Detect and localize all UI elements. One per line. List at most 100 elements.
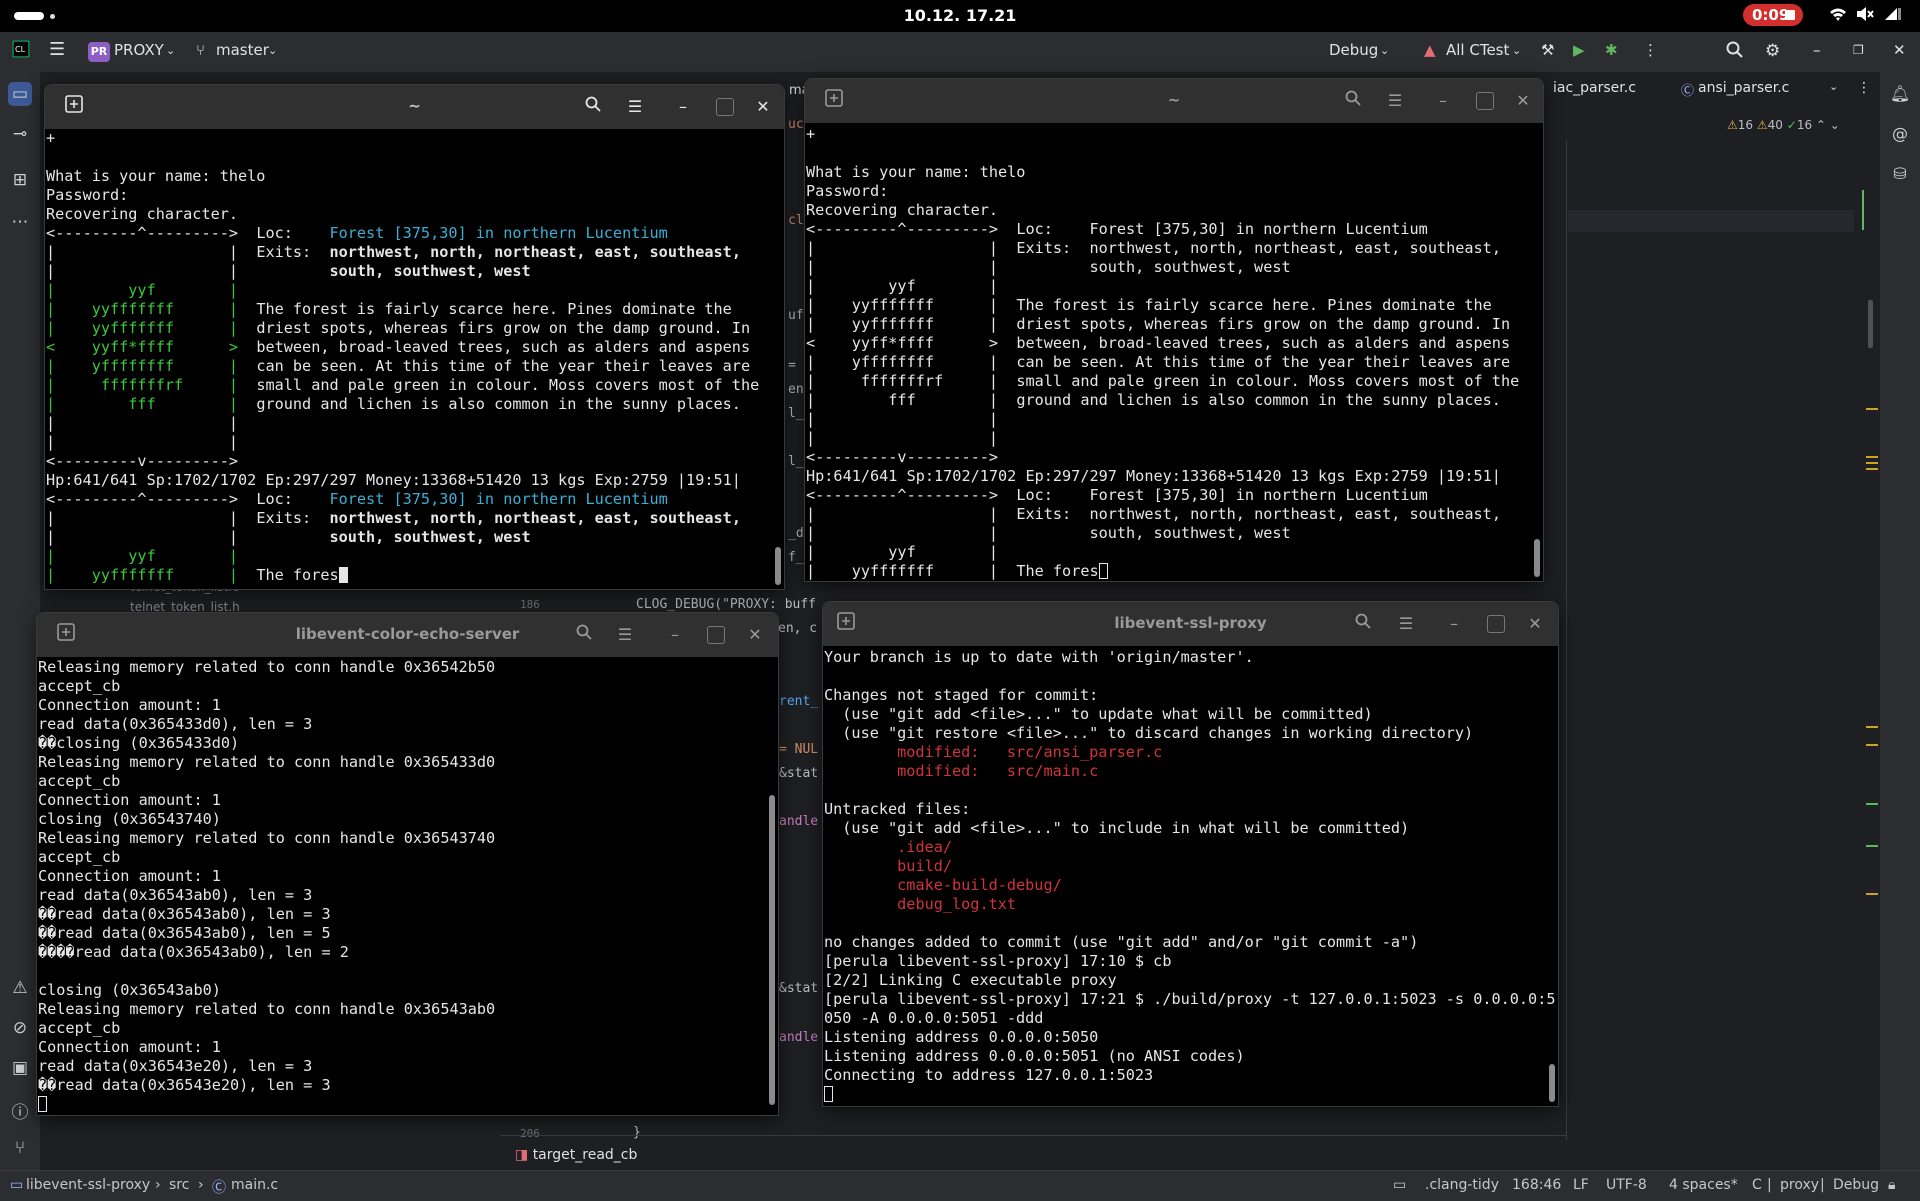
chevron-down-icon[interactable]: ⌄	[1380, 44, 1389, 57]
tab-ansi-parser[interactable]: ansi_parser.c	[1698, 80, 1789, 96]
search-everywhere-icon[interactable]	[1726, 41, 1744, 63]
branch-icon: ⑂	[196, 41, 206, 59]
lock-icon[interactable]: 🔒︎	[1888, 1177, 1895, 1193]
terminal-titlebar[interactable]: libevent-ssl-proxy ☰ – ✕	[823, 602, 1558, 646]
more-tools-icon[interactable]: ⋯	[8, 212, 32, 232]
scrollbar[interactable]	[1534, 539, 1540, 577]
project-name[interactable]: PROXY	[114, 41, 164, 59]
run-icon[interactable]: ▶	[1573, 41, 1585, 59]
minimize-icon[interactable]: –	[663, 623, 687, 647]
build-hammer-icon[interactable]: ⚒	[1541, 41, 1554, 59]
run-config-select[interactable]: Debug	[1329, 41, 1378, 59]
exits-label: Exits:	[256, 243, 312, 261]
hamburger-menu-icon[interactable]: ☰	[613, 623, 637, 647]
terminal-window-mud-mirror[interactable]: ~ ☰ – ✕ + What is your name: thelo Passw…	[804, 78, 1544, 582]
terminal-window-ssl-proxy[interactable]: libevent-ssl-proxy ☰ – ✕ Your branch is …	[822, 601, 1559, 1107]
maximize-icon[interactable]	[1487, 615, 1505, 633]
minimize-icon[interactable]: –	[1431, 89, 1455, 113]
scrollbar[interactable]	[775, 547, 781, 585]
chevron-down-icon[interactable]: ⌄	[268, 44, 277, 57]
scrollbar[interactable]	[769, 795, 775, 1105]
scrollbar[interactable]	[1549, 1064, 1555, 1102]
cursor-position[interactable]: 168:46	[1512, 1177, 1561, 1193]
breadcrumb-project[interactable]: libevent-ssl-proxy	[26, 1177, 150, 1193]
screen-recording-indicator[interactable]: 0:09	[1743, 4, 1803, 26]
project-folder-icon[interactable]: ▭	[8, 82, 32, 106]
language-mode[interactable]: C	[1752, 1177, 1762, 1193]
file-encoding[interactable]: UTF-8	[1606, 1177, 1647, 1193]
git-line: Your branch is up to date with 'origin/m…	[824, 648, 1254, 666]
settings-gear-icon[interactable]: ⚙	[1765, 41, 1780, 61]
editor-scroll-thumb[interactable]	[1868, 300, 1873, 348]
map-row: | yffffffff |	[806, 353, 999, 371]
map-row: | |	[46, 509, 239, 527]
main-menu-icon[interactable]: ☰	[49, 39, 65, 60]
breadcrumb-separator-icon: ›	[155, 1177, 161, 1193]
minimize-window-icon[interactable]: –	[1813, 41, 1821, 59]
tabs-more-icon[interactable]: ⋮	[1857, 80, 1871, 96]
hamburger-menu-icon[interactable]: ☰	[623, 95, 647, 119]
terminal-titlebar[interactable]: libevent-color-echo-server ☰ – ✕	[37, 613, 778, 657]
loc-value: Forest [375,30] in northern Lucentium	[329, 490, 668, 508]
close-icon[interactable]: ✕	[1523, 612, 1547, 636]
problems-list-icon[interactable]: ⓘ	[8, 1098, 32, 1123]
search-icon[interactable]	[581, 95, 605, 119]
database-icon[interactable]: ⛁	[1888, 164, 1912, 183]
maximize-icon[interactable]	[707, 626, 725, 644]
services-icon[interactable]: ⊘	[8, 1018, 32, 1038]
clock[interactable]: 10.12. 17.21	[0, 6, 1920, 25]
close-icon[interactable]: ✕	[743, 623, 767, 647]
minimize-icon[interactable]: –	[671, 95, 695, 119]
battery-icon[interactable]	[1882, 6, 1902, 27]
commit-icon[interactable]: ⊸	[8, 124, 32, 144]
inspections-widget[interactable]: ⚠16 ⚠40 ✓16 ⌃ ⌄	[1727, 118, 1840, 132]
terminal-titlebar[interactable]: ~ ☰ – ✕	[45, 85, 784, 129]
cursor	[338, 567, 348, 583]
log-line: Releasing memory related to conn handle …	[38, 1000, 496, 1018]
restore-window-icon[interactable]: ❐	[1853, 43, 1864, 57]
terminal-titlebar[interactable]: ~ ☰ – ✕	[805, 79, 1543, 123]
breadcrumb-folder[interactable]: src	[169, 1177, 189, 1193]
search-icon[interactable]	[1341, 89, 1365, 113]
close-icon[interactable]: ✕	[1511, 89, 1535, 113]
chevron-down-icon[interactable]: ⌄	[1512, 44, 1521, 57]
search-icon[interactable]	[572, 623, 596, 647]
structure-icon[interactable]: ⊞	[8, 170, 32, 190]
maximize-icon[interactable]	[716, 98, 734, 116]
chevron-down-icon[interactable]: ⌄	[166, 44, 175, 57]
resolve-context[interactable]: proxy	[1780, 1177, 1819, 1193]
problems-icon[interactable]: ⚠	[8, 978, 32, 998]
hamburger-menu-icon[interactable]: ☰	[1394, 612, 1418, 636]
volume-muted-icon[interactable]	[1856, 6, 1874, 27]
tab-iac-parser[interactable]: iac_parser.c	[1553, 80, 1636, 96]
ai-assistant-icon[interactable]: @	[1888, 124, 1912, 143]
tabs-chevron-down-icon[interactable]: ⌄	[1829, 80, 1838, 93]
run-target-select[interactable]: All CTest	[1446, 41, 1509, 59]
line-separator[interactable]: LF	[1573, 1177, 1589, 1193]
terminal-window-echo-server[interactable]: libevent-color-echo-server ☰ – ✕ Releasi…	[36, 612, 779, 1116]
search-icon[interactable]	[1351, 612, 1375, 636]
map-row: | yyfffffff |	[46, 319, 239, 337]
notifications-bell-icon[interactable]: 🔔︎	[1888, 84, 1912, 103]
linter-status[interactable]: .clang-tidy	[1425, 1177, 1499, 1193]
minimize-icon[interactable]: –	[1442, 612, 1466, 636]
maximize-icon[interactable]	[1476, 92, 1494, 110]
hamburger-menu-icon[interactable]: ☰	[1383, 89, 1407, 113]
ide-logo-icon[interactable]: CL	[12, 40, 30, 62]
description-line: driest spots, whereas firs grow on the d…	[256, 319, 751, 337]
wifi-icon[interactable]	[1829, 6, 1847, 27]
function-breadcrumb[interactable]: ◨ target_read_cb	[515, 1147, 637, 1163]
git-icon[interactable]: ⑂	[8, 1138, 32, 1158]
breadcrumb-file[interactable]: main.c	[231, 1177, 278, 1193]
project-badge[interactable]: PR	[88, 42, 110, 62]
more-actions-icon[interactable]: ⋮	[1643, 41, 1658, 59]
build-config[interactable]: Debug	[1833, 1177, 1879, 1193]
map-row: < yyff*ffff >	[806, 334, 999, 352]
close-window-icon[interactable]: ✕	[1893, 41, 1906, 59]
branch-name[interactable]: master	[216, 41, 269, 59]
debug-icon[interactable]: ✱	[1605, 41, 1618, 59]
close-icon[interactable]: ✕	[751, 95, 775, 119]
indent-setting[interactable]: 4 spaces*	[1669, 1177, 1738, 1193]
terminal-icon[interactable]: ▣	[8, 1058, 32, 1078]
terminal-window-mud-client[interactable]: ~ ☰ – ✕ + What is your name: thelo Passw…	[44, 84, 785, 590]
